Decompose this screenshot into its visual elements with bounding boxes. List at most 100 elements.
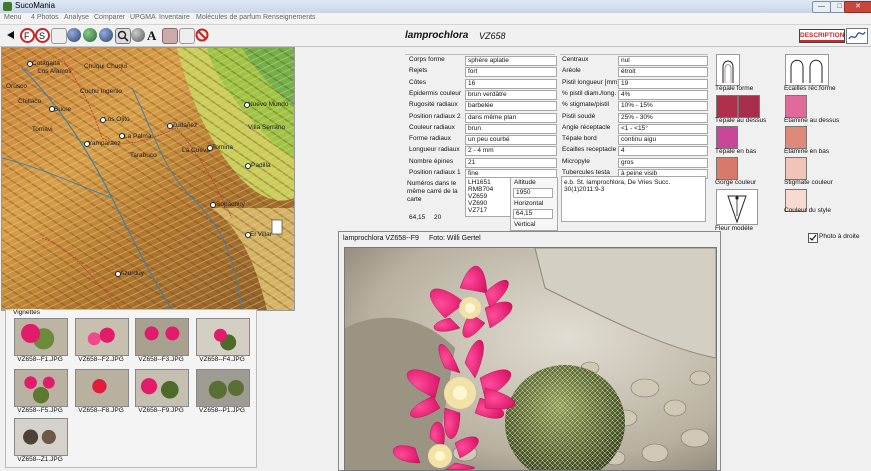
swatch-label: Etamine en bas [784,148,830,155]
close-button[interactable]: ✕ [844,1,871,13]
record-s-icon[interactable]: S [35,28,50,43]
horizontal-label: Horizontal [514,200,544,207]
color-swatch[interactable] [716,157,738,180]
globe-zoom-icon[interactable] [131,28,145,42]
menu-item-analyse[interactable]: Analyse [64,14,89,21]
field-value[interactable]: barbelée [465,101,557,112]
numbers-list-item[interactable]: LH1651 [468,179,508,186]
field-value[interactable]: 25% - 30% [618,112,708,123]
map-label: Nuevo Mundo [248,101,289,108]
vignette-thumbnail[interactable] [135,318,189,356]
swatch-label: Ecailles réc.forme [784,85,836,92]
globe-icon-3[interactable] [99,28,113,42]
image-tool-icon[interactable] [179,28,195,44]
field-value[interactable]: gros [618,157,708,168]
photo-tool-icon[interactable] [162,28,178,44]
vignettes-panel: Vignettes VZ658--F1.JPG VZ658--F2.JPG VZ… [5,309,257,468]
field-label: Pistil soudé [562,112,596,120]
field-value[interactable]: 2 - 4 mm [465,146,557,157]
menu-item-renseignements[interactable]: Renseignements [263,14,316,21]
menu-item-molecules[interactable]: Molécules de parfum [196,14,261,21]
menu-item-inventaire[interactable]: Inventaire [159,14,190,21]
svg-text:S: S [39,31,45,41]
signature-icon[interactable] [846,28,868,44]
numbers-list-item[interactable]: VZ690 [468,200,508,207]
menu-item-upgma[interactable]: UPGMA [130,14,156,21]
vignette-thumbnail[interactable] [135,369,189,407]
globe-icon-2[interactable] [83,28,97,42]
field-value[interactable]: sphère aplatie [465,56,557,66]
field-value[interactable]: 16 [465,78,557,89]
color-swatch[interactable] [785,95,807,118]
reference-field[interactable]: e.b. St. lamprochlora, De Vries Succ. 30… [561,176,706,222]
cactus-flower-image [345,248,716,470]
field-value[interactable]: <1 - <15° [618,123,708,134]
vignette-caption: VZ658--Z1.JPG [17,456,63,463]
text-a-icon[interactable]: A [145,28,159,43]
vignette-thumbnail[interactable] [14,369,68,407]
flower-model-icon[interactable] [716,189,758,225]
numbers-list-item[interactable]: RMB704 [468,186,508,193]
field-value[interactable]: 4 [618,146,708,157]
field-label: Tépale bord [562,135,597,143]
field-value[interactable]: brun verdâtre [465,89,557,100]
photo-right-checkbox[interactable] [808,233,818,243]
tepal-shape-icon[interactable] [716,54,740,86]
menu-item-menu[interactable]: Menu [4,14,22,21]
numbers-list-item[interactable]: VZ717 [468,207,508,214]
field-label: Tubercules testa [562,169,610,176]
minimize-button[interactable]: — [812,1,831,13]
swatch-label: Tépale au dessus [715,117,767,124]
vignette-thumbnail[interactable] [196,318,250,356]
menu-item-4-photos[interactable]: 4 Photos [31,14,59,21]
field-value[interactable]: dans même plan [465,112,557,123]
map-town-marker [245,163,251,169]
description-button[interactable]: DESCRIPTION [799,29,845,43]
vignette-thumbnail[interactable] [196,369,250,407]
map-label: Sopachuy [216,201,245,208]
map-town-marker [115,271,121,277]
vignette-thumbnail[interactable] [75,369,129,407]
back-arrow-icon[interactable] [3,28,17,42]
numbers-list-item[interactable]: VZ659 [468,193,508,200]
color-swatch[interactable] [785,157,807,180]
map-town-marker [167,123,173,129]
color-swatch[interactable] [785,126,807,149]
map-label: Padilla [251,162,271,169]
vertical-label: Vertical [514,221,536,228]
vignette-thumbnail[interactable] [14,318,68,356]
field-value[interactable]: 4% [618,89,708,100]
map-label: Chillaco [18,98,42,105]
no-entry-icon[interactable] [195,28,209,42]
magnifier-icon[interactable] [115,28,131,44]
field-value[interactable]: fort [465,67,557,78]
map-label: La Cueva [182,147,210,154]
flower-photo[interactable] [344,247,717,471]
color-swatch[interactable] [738,95,760,118]
menu-item-comparer[interactable]: Comparer [94,14,125,21]
sheet-icon[interactable] [51,28,67,44]
vignette-thumbnail[interactable] [75,318,129,356]
photo-window: lamprochlora VZ658--F9 Foto: Willi Gerte… [338,231,721,471]
field-value[interactable]: 10% - 15% [618,101,708,112]
map-town-marker [27,61,33,67]
field-value[interactable]: étroit [618,67,708,78]
coordinate-a: 64,15 [409,214,426,221]
vignette-thumbnail[interactable] [14,418,68,456]
altitude-field[interactable]: 1950 [513,188,553,198]
field-value[interactable]: 19 [618,78,708,89]
photo-caption: lamprochlora VZ658--F9 [343,235,419,242]
horizontal-field[interactable]: 64,15 [513,209,553,219]
globe-icon-1[interactable] [67,28,81,42]
field-value[interactable]: continu aigu [618,135,708,146]
field-value[interactable]: 21 [465,157,557,168]
scale-shape-icon[interactable] [785,54,829,86]
field-value[interactable]: un peu courbé [465,135,557,146]
field-value[interactable]: brun [465,123,557,134]
field-value[interactable]: nul [618,56,708,66]
color-swatch[interactable] [716,126,738,149]
relief-map[interactable]: Cotagaita Los Alamos Chuqui Chuqui Cuchu… [1,47,295,311]
record-f-icon[interactable]: F [20,28,35,43]
numbers-list[interactable]: LH1651 RMB704 VZ659 VZ690 VZ717 [465,177,511,217]
color-swatch[interactable] [716,95,738,118]
